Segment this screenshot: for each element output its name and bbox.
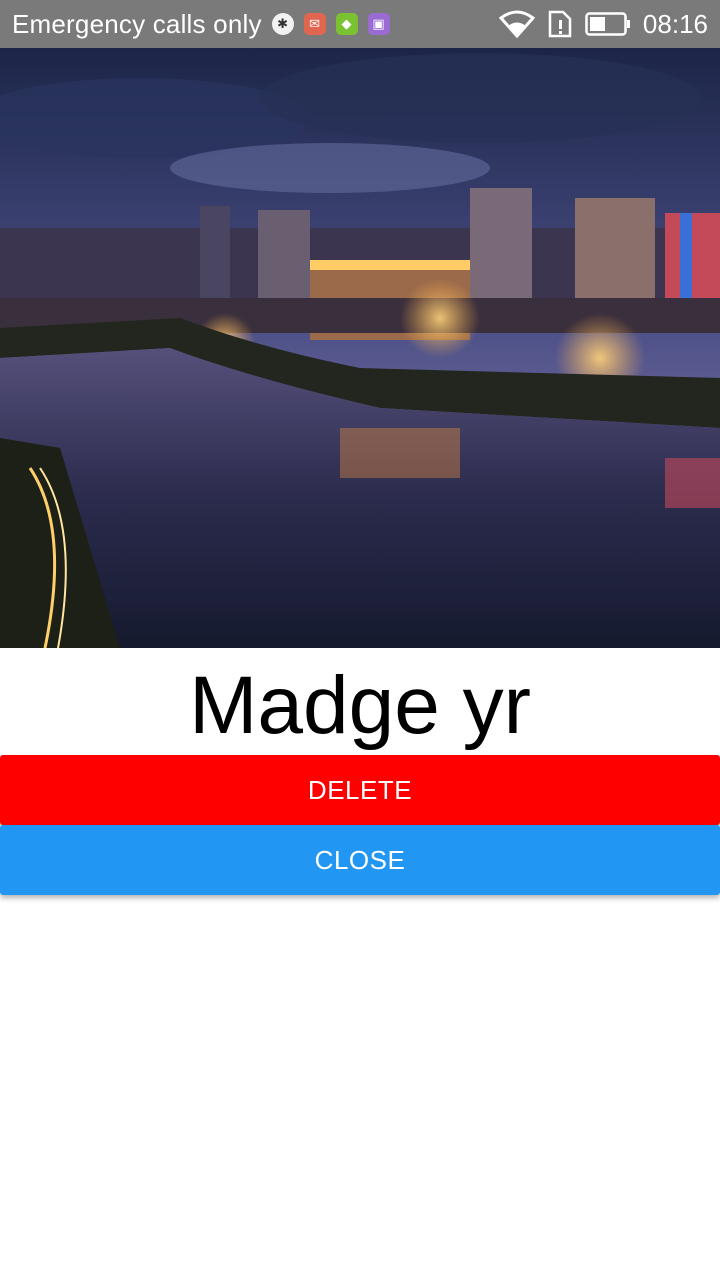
mail-icon: ✉ xyxy=(303,13,326,35)
sim-alert-icon xyxy=(548,10,572,38)
close-button[interactable]: CLOSE xyxy=(0,825,720,895)
battery-icon xyxy=(585,12,630,36)
status-bar: Emergency calls only ✱ ✉ ◆ ▣ 08:16 xyxy=(0,0,720,48)
carrier-text: Emergency calls only xyxy=(12,8,262,39)
bug-icon: ✱ xyxy=(271,13,294,35)
city-night-photo xyxy=(0,48,720,648)
delete-button[interactable]: DELETE xyxy=(0,755,720,825)
wifi-icon xyxy=(498,10,535,38)
status-right: 08:16 xyxy=(498,8,708,40)
shield-icon: ◆ xyxy=(335,13,358,35)
status-left: Emergency calls only ✱ ✉ ◆ ▣ xyxy=(12,9,390,40)
image-icon: ▣ xyxy=(367,13,390,35)
clock: 08:16 xyxy=(642,8,708,39)
page-title: Madge yr xyxy=(189,660,531,751)
